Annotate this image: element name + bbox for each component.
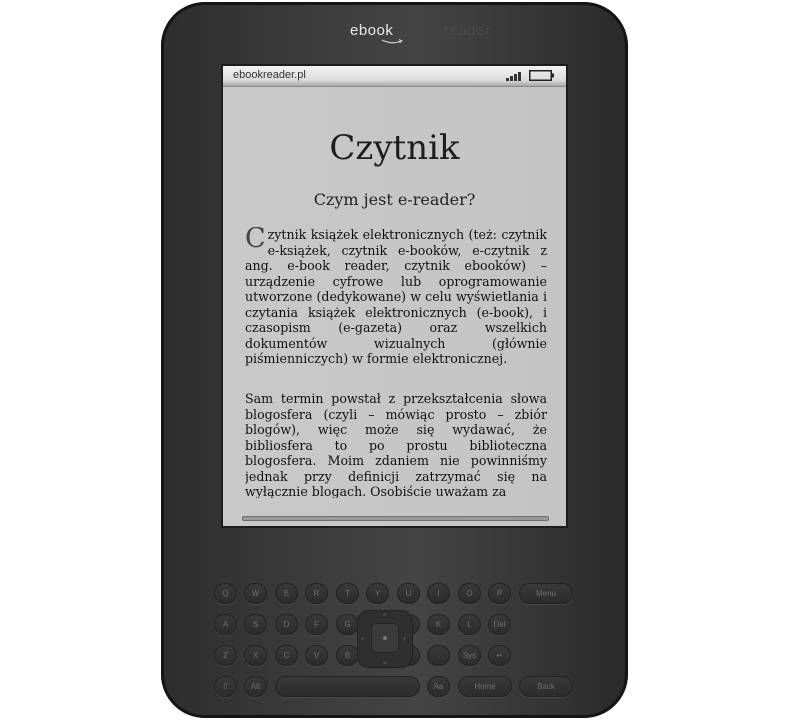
key-r[interactable]: R bbox=[305, 583, 328, 604]
key-v[interactable]: V bbox=[305, 645, 328, 666]
reading-progress-bar bbox=[242, 516, 549, 521]
key-sym[interactable]: Sys bbox=[458, 645, 481, 666]
key-space[interactable] bbox=[275, 676, 420, 697]
key-i[interactable]: I bbox=[427, 583, 450, 604]
key-p[interactable]: P bbox=[488, 583, 511, 604]
key-x[interactable]: X bbox=[244, 645, 267, 666]
key-c[interactable]: C bbox=[275, 645, 298, 666]
key-alt[interactable]: Alt bbox=[244, 676, 267, 697]
key-t[interactable]: T bbox=[336, 583, 359, 604]
dpad-down-icon[interactable]: ⌄ bbox=[381, 657, 389, 666]
key-s[interactable]: S bbox=[244, 614, 267, 635]
back-button[interactable]: Back bbox=[519, 676, 573, 697]
key-b[interactable]: B bbox=[336, 645, 359, 666]
paragraph-1: C zytnik książek elektronicznych (też: c… bbox=[245, 227, 547, 371]
key-w[interactable]: W bbox=[244, 583, 267, 604]
drop-cap: C bbox=[245, 227, 266, 254]
key-l[interactable]: L bbox=[458, 614, 481, 635]
key-k[interactable]: K bbox=[427, 614, 450, 635]
key-z[interactable]: Z bbox=[214, 645, 237, 666]
site-name: ebookreader.pl bbox=[233, 69, 306, 81]
key-del[interactable]: Del bbox=[488, 614, 511, 635]
key-o[interactable]: O bbox=[458, 583, 481, 604]
key-a[interactable]: A bbox=[214, 614, 237, 635]
status-bar: ebookreader.pl bbox=[223, 66, 566, 87]
paragraph-1-text: zytnik książek elektronicznych (też: czy… bbox=[245, 227, 547, 366]
dpad-select-button[interactable] bbox=[371, 623, 399, 653]
key-f[interactable]: F bbox=[305, 614, 328, 635]
paragraph-2: Sam termin powstał z przekształcenia sło… bbox=[245, 391, 547, 498]
key-q[interactable]: Q bbox=[214, 583, 237, 604]
select-dot-icon bbox=[383, 636, 387, 640]
brand-logo-ebook: ebook bbox=[350, 22, 394, 39]
key-y[interactable]: Y bbox=[366, 583, 389, 604]
key-g[interactable]: G bbox=[336, 614, 359, 635]
battery-icon bbox=[529, 70, 554, 81]
key-u[interactable]: U bbox=[397, 583, 420, 604]
key-e[interactable]: E bbox=[275, 583, 298, 604]
brand-arrow-icon bbox=[381, 39, 403, 44]
key-enter[interactable]: ↵ bbox=[488, 645, 511, 666]
page-subtitle: Czym jest e-reader? bbox=[313, 190, 476, 209]
key-d[interactable]: D bbox=[275, 614, 298, 635]
key-period[interactable]: . bbox=[427, 645, 450, 666]
brand-logo-reader: reader bbox=[444, 22, 491, 39]
five-way-controller[interactable]: ⌃ ⌄ ‹ › bbox=[357, 610, 413, 668]
dpad-left-icon[interactable]: ‹ bbox=[361, 634, 364, 643]
key-shift[interactable]: ⇧ bbox=[214, 676, 237, 697]
page-title: Czytnik bbox=[329, 128, 460, 168]
dpad-right-icon[interactable]: › bbox=[403, 634, 406, 643]
signal-bars-icon bbox=[506, 72, 521, 81]
home-button[interactable]: Home bbox=[458, 676, 512, 697]
menu-button[interactable]: Menu bbox=[519, 583, 573, 604]
eink-screen[interactable]: ebookreader.pl Czytnik Czym jest e-reade… bbox=[223, 66, 566, 526]
dpad-up-icon[interactable]: ⌃ bbox=[381, 613, 389, 622]
key-font-size[interactable]: Aa bbox=[427, 676, 450, 697]
